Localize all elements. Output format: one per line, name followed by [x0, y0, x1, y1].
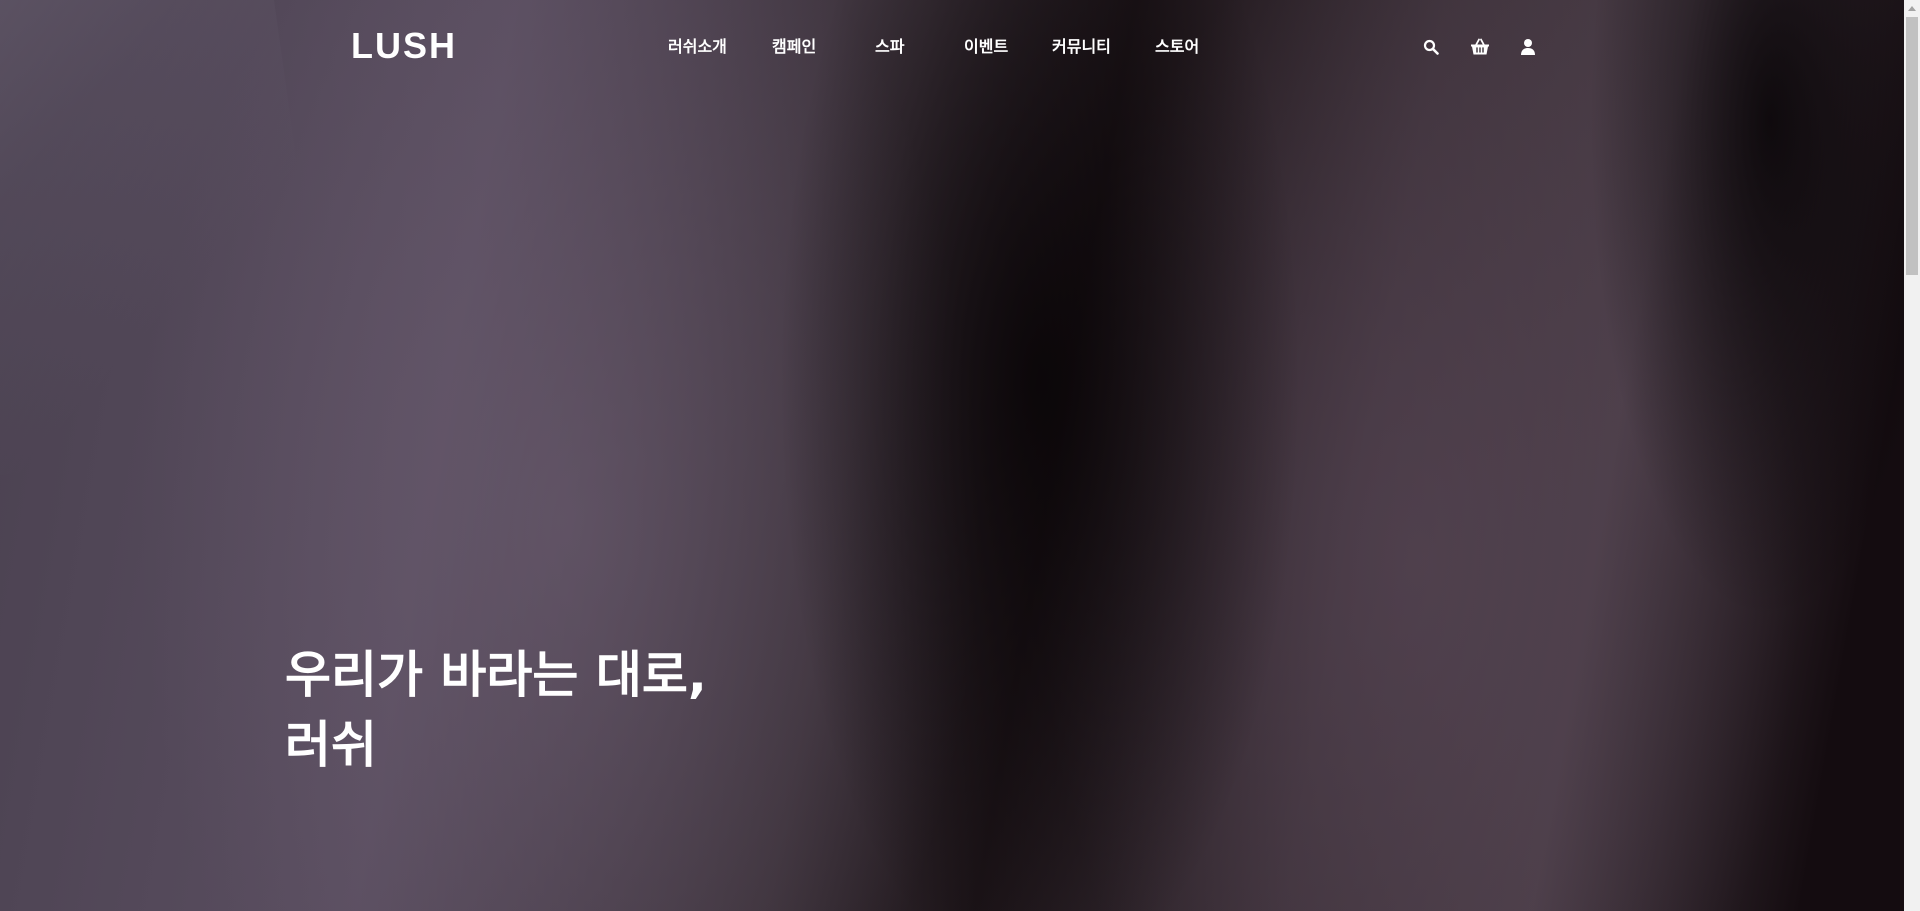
scroll-up-arrow-icon[interactable] [1904, 0, 1920, 16]
nav-item-spa[interactable]: 스파 [875, 36, 904, 58]
hero-title-line-2: 러쉬 [285, 716, 377, 774]
nav-item-campaign[interactable]: 캠페인 [772, 36, 816, 58]
site-header: LUSH 러쉬소개 캠페인 스파 이벤트 커뮤니티 스토어 [0, 0, 1904, 92]
page: LUSH 러쉬소개 캠페인 스파 이벤트 커뮤니티 스토어 우리가 바라는 대로… [0, 0, 1920, 911]
search-icon[interactable] [1420, 36, 1442, 58]
scrollbar-thumb[interactable] [1906, 17, 1918, 275]
vertical-scrollbar[interactable] [1904, 0, 1920, 911]
nav-item-community[interactable]: 커뮤니티 [1052, 36, 1111, 58]
nav-item-event[interactable]: 이벤트 [964, 36, 1008, 58]
hero-title: 우리가 바라는 대로, 러쉬 [285, 640, 707, 780]
nav-item-about[interactable]: 러쉬소개 [668, 36, 727, 58]
user-icon[interactable] [1517, 36, 1539, 58]
hero-title-line-1: 우리가 바라는 대로, [285, 646, 707, 704]
shopping-basket-icon[interactable] [1469, 36, 1491, 58]
lush-logo[interactable]: LUSH [351, 28, 457, 64]
nav-item-store[interactable]: 스토어 [1155, 36, 1199, 58]
